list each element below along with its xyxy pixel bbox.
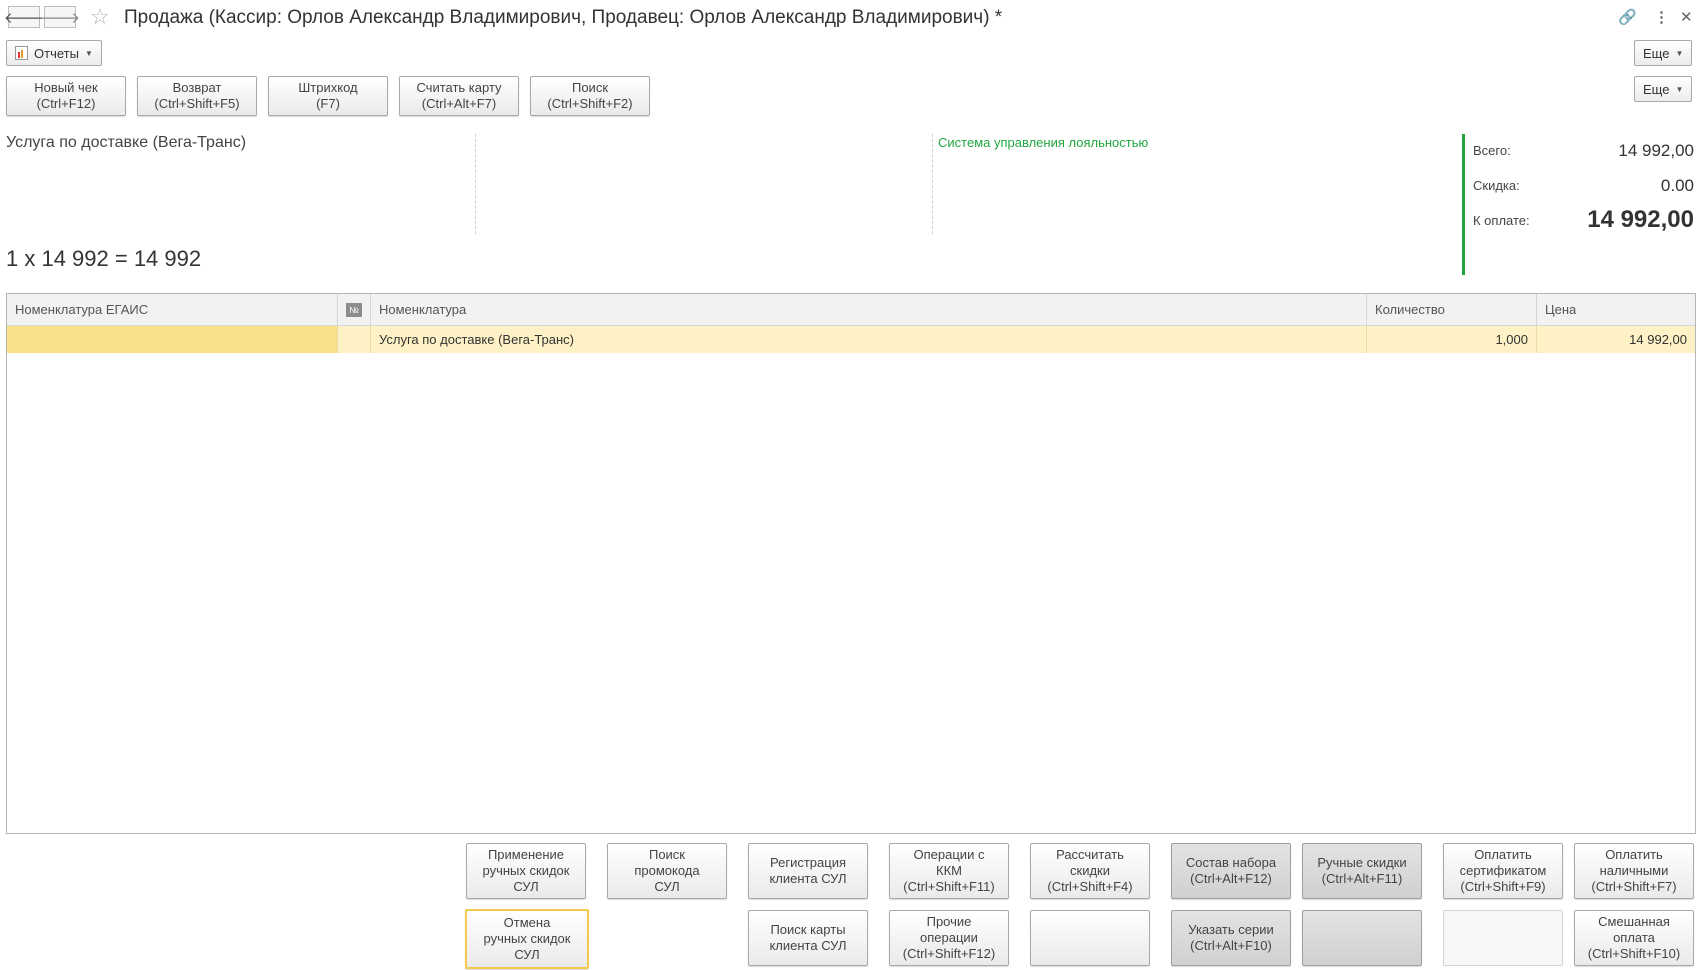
to-pay-value: 14 992,00 — [1587, 206, 1694, 233]
search-client-card-button[interactable]: Поиск карты клиента СУЛ — [748, 910, 868, 966]
items-table[interactable]: Номенклатура ЕГАИС № Номенклатура Количе… — [6, 293, 1696, 834]
discount-label: Скидка: — [1473, 178, 1520, 193]
link-icon[interactable]: 🔗 — [1618, 8, 1637, 26]
chevron-down-icon: ▼ — [84, 48, 93, 58]
pay-certificate-button[interactable]: Оплатить сертификатом (Ctrl+Shift+F9) — [1443, 843, 1563, 899]
forward-button[interactable]: 🡒 — [40, 6, 80, 28]
pay-cash-button[interactable]: Оплатить наличными (Ctrl+Shift+F7) — [1574, 843, 1694, 899]
table-row[interactable]: Услуга по доставке (Вега-Транс) 1,000 14… — [7, 294, 1695, 354]
to-pay-label: К оплате: — [1473, 213, 1530, 228]
kkm-operations-button[interactable]: Операции с ККМ (Ctrl+Shift+F11) — [889, 843, 1009, 899]
total-label: Всего: — [1473, 143, 1511, 158]
search-button[interactable]: Поиск (Ctrl+Shift+F2) — [530, 76, 650, 116]
total-value: 14 992,00 — [1618, 141, 1694, 160]
close-icon[interactable]: ✕ — [1680, 8, 1693, 26]
manual-discounts-button[interactable]: Ручные скидки (Ctrl+Alt+F11) — [1302, 843, 1422, 899]
cell-quantity[interactable]: 1,000 — [1367, 326, 1537, 353]
apply-manual-discounts-button[interactable]: Применение ручных скидок СУЛ — [466, 843, 586, 899]
totals-panel: Всего: 14 992,00 Скидка: 0.00 К оплате: … — [1465, 134, 1702, 275]
chevron-down-icon: ▼ — [1675, 84, 1684, 94]
discount-value: 0.00 — [1660, 176, 1694, 195]
more-button-actions[interactable]: Еще ▼ — [1634, 76, 1693, 102]
return-button[interactable]: Возврат (Ctrl+Shift+F5) — [137, 76, 257, 116]
specify-series-button[interactable]: Указать серии (Ctrl+Alt+F10) — [1171, 910, 1291, 966]
more-button-top[interactable]: Еще ▼ — [1634, 40, 1693, 66]
chevron-down-icon: ▼ — [1675, 48, 1684, 58]
empty-button[interactable] — [1030, 910, 1150, 966]
barcode-button[interactable]: Штрихкод (F7) — [268, 76, 388, 116]
new-receipt-button[interactable]: Новый чек (Ctrl+F12) — [6, 76, 126, 116]
calculate-discounts-button[interactable]: Рассчитать скидки (Ctrl+Shift+F4) — [1030, 843, 1150, 899]
more-vertical-icon[interactable]: ⋮ — [1654, 8, 1669, 26]
divider — [475, 134, 476, 234]
favorite-star-icon[interactable]: ☆ — [90, 4, 110, 30]
calculation-line: 1 x 14 992 = 14 992 — [6, 246, 202, 271]
cell-price[interactable]: 14 992,00 — [1537, 326, 1695, 353]
other-operations-button[interactable]: Прочие операции (Ctrl+Shift+F12) — [889, 910, 1009, 966]
search-promocode-button[interactable]: Поиск промокода СУЛ — [607, 843, 727, 899]
divider — [932, 134, 933, 234]
mixed-payment-button[interactable]: Смешанная оплата (Ctrl+Shift+F10) — [1574, 910, 1694, 966]
window-title: Продажа (Кассир: Орлов Александр Владими… — [124, 7, 1003, 28]
empty-dark-button[interactable] — [1302, 910, 1422, 966]
cell-nomenclature[interactable]: Услуга по доставке (Вега-Транс) — [371, 326, 1367, 353]
reports-label: Отчеты — [34, 45, 79, 61]
cell-number — [338, 326, 371, 353]
arrow-left-icon: 🡐 — [3, 9, 45, 27]
register-client-button[interactable]: Регистрация клиента СУЛ — [748, 843, 868, 899]
back-button[interactable]: 🡐 — [4, 6, 44, 28]
kit-composition-button[interactable]: Состав набора (Ctrl+Alt+F12) — [1171, 843, 1291, 899]
read-card-button[interactable]: Считать карту (Ctrl+Alt+F7) — [399, 76, 519, 116]
report-icon — [15, 46, 28, 60]
more-label: Еще — [1643, 81, 1670, 97]
current-product-name: Услуга по доставке (Вега-Транс) — [6, 134, 247, 151]
more-label: Еще — [1643, 45, 1670, 61]
cell-egais[interactable] — [7, 326, 338, 353]
loyalty-system-link[interactable]: Система управления лояльностью — [938, 135, 1148, 150]
reports-button[interactable]: Отчеты ▼ — [6, 40, 102, 66]
arrow-right-icon: 🡒 — [39, 9, 81, 27]
disabled-button — [1443, 910, 1563, 966]
cancel-manual-discounts-button[interactable]: Отмена ручных скидок СУЛ — [465, 909, 589, 969]
